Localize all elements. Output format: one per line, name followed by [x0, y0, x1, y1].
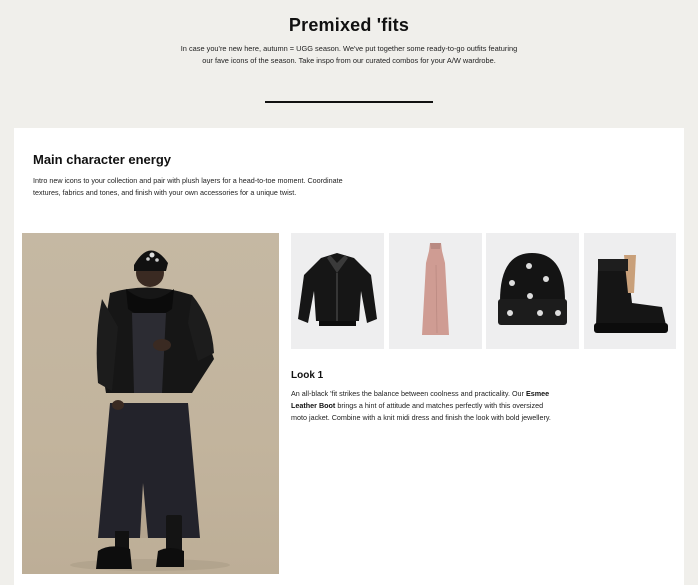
product-card-boot[interactable]	[584, 233, 676, 349]
leather-jacket-icon	[298, 253, 377, 326]
look-description: An all-black 'fit strikes the balance be…	[291, 388, 556, 424]
page-title: Premixed 'fits	[288, 15, 410, 35]
section-title: Main character energy	[33, 152, 172, 167]
product-card-jacket[interactable]	[291, 233, 384, 349]
page-header: Premixed 'fits In case you're new here, …	[0, 0, 698, 128]
product-card-dress[interactable]	[389, 233, 482, 349]
shearling-boot-icon	[594, 255, 668, 333]
page-intro: In case you're new here, autumn = UGG se…	[180, 44, 518, 65]
product-card-beanie[interactable]	[486, 233, 579, 349]
title-divider	[265, 101, 433, 103]
pink-dress-icon	[422, 243, 449, 335]
look-title: Look 1	[291, 370, 324, 381]
embellished-beanie-icon	[498, 253, 567, 325]
outfit-section: Main character energy Intro new icons to…	[14, 128, 684, 585]
section-intro: Intro new icons to your collection and p…	[33, 176, 343, 197]
look-text-start: An all-black 'fit strikes the balance be…	[291, 389, 526, 398]
model-photo	[22, 233, 279, 574]
